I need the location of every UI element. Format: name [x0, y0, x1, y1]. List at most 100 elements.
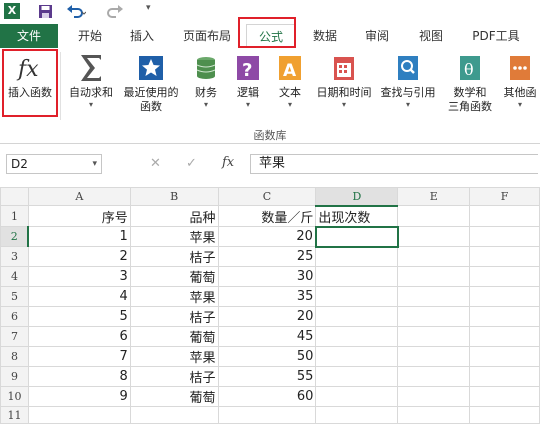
- column-header-a[interactable]: A: [27, 187, 131, 206]
- cell-a[interactable]: 5: [27, 306, 131, 327]
- cell-a[interactable]: 4: [27, 286, 131, 307]
- row-header[interactable]: 5: [0, 286, 29, 307]
- cell-a[interactable]: 9: [27, 386, 131, 407]
- cell-b[interactable]: 苹果: [129, 346, 219, 367]
- formula-input[interactable]: 苹果: [250, 154, 538, 174]
- cell-d[interactable]: [315, 306, 399, 327]
- row-header[interactable]: 3: [0, 246, 29, 267]
- cell-c[interactable]: 50: [217, 346, 317, 367]
- cell-b[interactable]: 葡萄: [129, 326, 219, 347]
- cell-c[interactable]: 60: [217, 386, 317, 407]
- cell-c[interactable]: 35: [217, 286, 317, 307]
- cell-b[interactable]: 苹果: [129, 226, 219, 247]
- cell-a[interactable]: 1: [27, 226, 131, 247]
- row-header[interactable]: 11: [0, 406, 29, 424]
- cell-d[interactable]: [315, 266, 399, 287]
- name-box[interactable]: D2 ▾: [6, 154, 102, 174]
- tab-page-layout[interactable]: 页面布局: [178, 24, 236, 48]
- cell-b[interactable]: 桔子: [129, 366, 219, 387]
- math-trig-button[interactable]: θ 数学和 三角函数: [440, 52, 500, 114]
- row-header[interactable]: 9: [0, 366, 29, 387]
- column-header-e[interactable]: E: [397, 187, 471, 206]
- cell-b[interactable]: 葡萄: [129, 266, 219, 287]
- cell-b[interactable]: 桔子: [129, 306, 219, 327]
- cell-a[interactable]: 8: [27, 366, 131, 387]
- cell-b[interactable]: [129, 406, 219, 424]
- cell-f[interactable]: [469, 366, 540, 387]
- cell-c[interactable]: 数量／斤: [217, 205, 317, 227]
- cell-e[interactable]: [397, 366, 471, 387]
- row-header[interactable]: 1: [0, 205, 29, 227]
- enter-icon[interactable]: ✓: [186, 156, 197, 171]
- row-header[interactable]: 10: [0, 386, 29, 407]
- cell-f[interactable]: [469, 386, 540, 407]
- row-header[interactable]: 8: [0, 346, 29, 367]
- cell-a[interactable]: 6: [27, 326, 131, 347]
- tab-pdf-tools[interactable]: PDF工具: [466, 24, 526, 48]
- cell-a[interactable]: 2: [27, 246, 131, 267]
- tab-insert[interactable]: 插入: [122, 24, 162, 48]
- logical-button[interactable]: ? 逻辑 ▾: [230, 52, 266, 110]
- cell-e[interactable]: [397, 246, 471, 267]
- cell-a[interactable]: 序号: [27, 205, 131, 227]
- cell-c[interactable]: 25: [217, 246, 317, 267]
- cell-c[interactable]: 30: [217, 266, 317, 287]
- cell-a[interactable]: 3: [27, 266, 131, 287]
- cell-c[interactable]: 45: [217, 326, 317, 347]
- cell-f[interactable]: [469, 406, 540, 424]
- date-time-button[interactable]: 日期和时间 ▾: [312, 52, 376, 110]
- lookup-reference-button[interactable]: 查找与引用 ▾: [376, 52, 440, 110]
- row-header[interactable]: 6: [0, 306, 29, 327]
- cell-a[interactable]: [27, 406, 131, 424]
- cell-e[interactable]: [397, 406, 471, 424]
- financial-button[interactable]: 财务 ▾: [188, 52, 224, 110]
- cell-f[interactable]: [469, 246, 540, 267]
- cell-e[interactable]: [397, 306, 471, 327]
- cell-d[interactable]: [315, 326, 399, 347]
- cell-f[interactable]: [469, 286, 540, 307]
- recently-used-button[interactable]: 最近使用的 函数: [118, 52, 184, 114]
- cell-f[interactable]: [469, 226, 540, 247]
- cell-e[interactable]: [397, 326, 471, 347]
- cell-f[interactable]: [469, 266, 540, 287]
- cell-e[interactable]: [397, 266, 471, 287]
- cell-b[interactable]: 品种: [129, 205, 219, 227]
- text-button[interactable]: A 文本 ▾: [272, 52, 308, 110]
- customize-qat-icon[interactable]: ▾: [146, 3, 151, 13]
- cell-e[interactable]: [397, 346, 471, 367]
- cell-b[interactable]: 苹果: [129, 286, 219, 307]
- cell-e[interactable]: [397, 226, 471, 247]
- autosum-button[interactable]: 自动求和 ▾: [64, 52, 118, 110]
- cell-d[interactable]: 出现次数: [315, 205, 399, 227]
- tab-home[interactable]: 开始: [72, 24, 108, 48]
- active-cell[interactable]: [314, 225, 399, 248]
- column-header-d[interactable]: D: [315, 187, 399, 207]
- tab-file[interactable]: 文件: [0, 24, 58, 48]
- cell-e[interactable]: [397, 286, 471, 307]
- tab-view[interactable]: 视图: [414, 24, 448, 48]
- cell-f[interactable]: [469, 205, 540, 227]
- cell-c[interactable]: 20: [217, 306, 317, 327]
- redo-icon[interactable]: [106, 3, 126, 19]
- more-functions-button[interactable]: 其他函 ▾: [500, 52, 540, 110]
- row-header[interactable]: 4: [0, 266, 29, 287]
- cell-c[interactable]: 20: [217, 226, 317, 247]
- cell-d[interactable]: [315, 406, 399, 424]
- cell-c[interactable]: 55: [217, 366, 317, 387]
- chevron-down-icon[interactable]: ▾: [92, 155, 97, 173]
- row-header[interactable]: 2: [0, 226, 30, 247]
- cell-f[interactable]: [469, 306, 540, 327]
- column-header-f[interactable]: F: [469, 187, 540, 206]
- cell-f[interactable]: [469, 346, 540, 367]
- cell-b[interactable]: 葡萄: [129, 386, 219, 407]
- cell-d[interactable]: [315, 386, 399, 407]
- save-icon[interactable]: [38, 4, 53, 19]
- cell-e[interactable]: [397, 205, 471, 227]
- cell-d[interactable]: [315, 346, 399, 367]
- cell-f[interactable]: [469, 326, 540, 347]
- tab-review[interactable]: 审阅: [360, 24, 394, 48]
- cell-b[interactable]: 桔子: [129, 246, 219, 267]
- row-header[interactable]: 7: [0, 326, 29, 347]
- tab-data[interactable]: 数据: [308, 24, 342, 48]
- cell-d[interactable]: [315, 286, 399, 307]
